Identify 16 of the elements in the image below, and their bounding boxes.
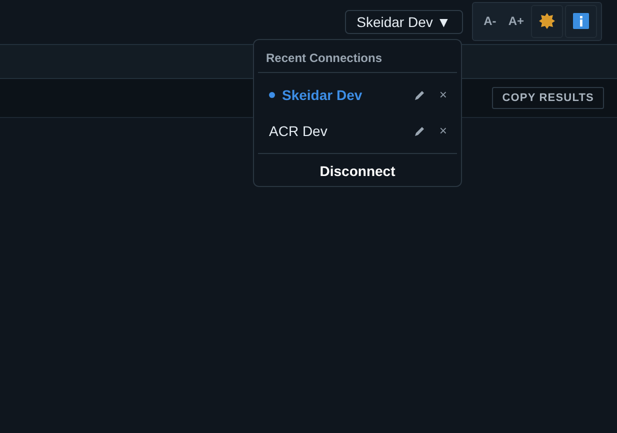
menu-heading: Recent Connections [258, 40, 457, 73]
font-increase-button[interactable]: A+ [503, 8, 529, 34]
info-button[interactable] [565, 4, 597, 38]
connection-dropdown-button[interactable]: Skeidar Dev ▼ [344, 10, 463, 34]
remove-button[interactable]: × [437, 121, 449, 141]
sun-icon [539, 13, 555, 29]
theme-button[interactable] [531, 4, 563, 38]
disconnect-button[interactable]: Disconnect [314, 160, 402, 183]
copy-results-button[interactable]: COPY RESULTS [492, 86, 604, 110]
info-icon [573, 13, 589, 29]
edit-icon[interactable] [414, 90, 426, 100]
edit-icon[interactable] [414, 126, 426, 136]
connection-item[interactable]: ACR Dev [269, 120, 414, 142]
font-decrease-button[interactable]: A- [478, 8, 502, 34]
connection-item[interactable]: Skeidar Dev [282, 84, 414, 106]
remove-button[interactable]: × [437, 85, 449, 105]
